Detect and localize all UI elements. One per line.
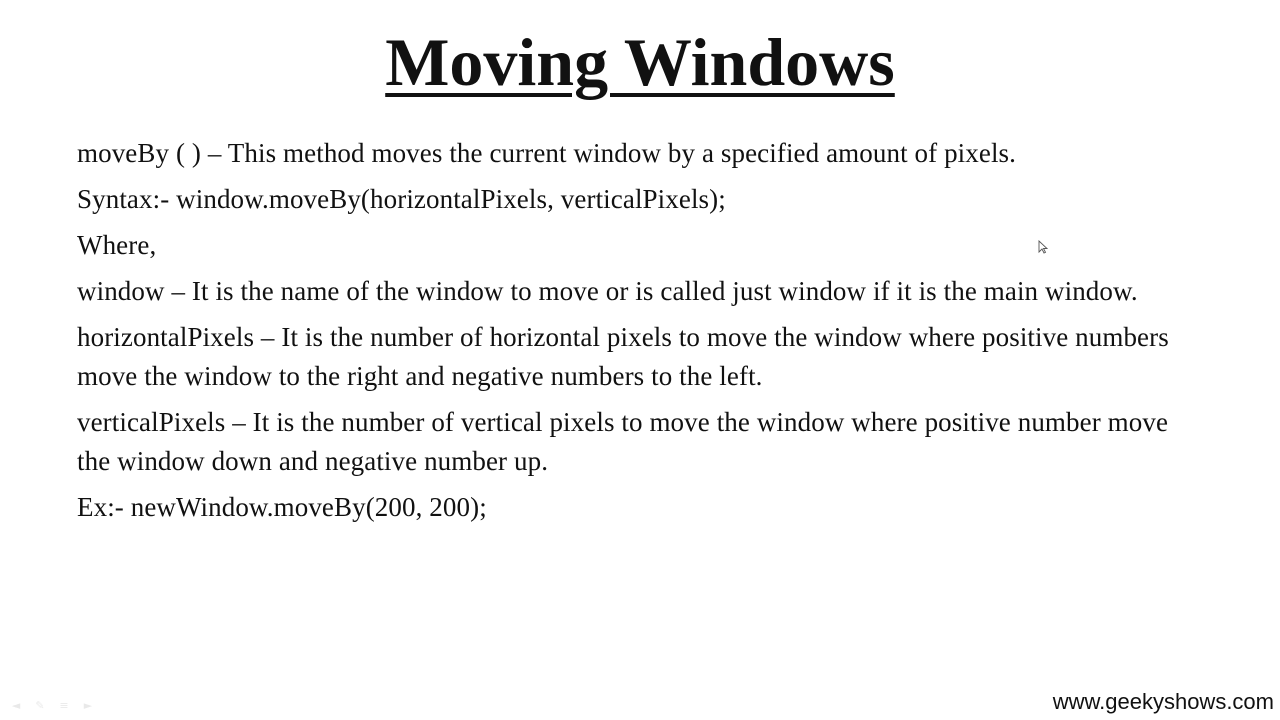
paragraph-moveby-definition: moveBy ( ) – This method moves the curre…: [77, 138, 1017, 168]
menu-icon[interactable]: ≡: [56, 700, 72, 712]
presentation-slide: Moving Windows moveBy ( ) – This method …: [0, 0, 1280, 720]
paragraph-syntax: Syntax:- window.moveBy(horizontalPixels,…: [77, 184, 726, 214]
slide-title-text: Moving Windows: [385, 24, 895, 100]
paragraph-vertical-param: verticalPixels – It is the number of ver…: [77, 407, 1169, 476]
paragraph-where: Where,: [77, 230, 157, 260]
slide-body: moveBy ( ) – This method moves the curre…: [77, 134, 1197, 534]
slide-title: Moving Windows: [0, 20, 1280, 104]
footer-website-url: www.geekyshows.com: [1052, 689, 1274, 714]
paragraph-horizontal-param: horizontalPixels – It is the number of h…: [77, 322, 1169, 391]
previous-slide-icon[interactable]: ◄: [8, 700, 24, 712]
pen-icon[interactable]: ✎: [32, 700, 48, 712]
paragraph-window-param: window – It is the name of the window to…: [77, 276, 1138, 306]
next-slide-icon[interactable]: ►: [80, 700, 96, 712]
paragraph-example: Ex:- newWindow.moveBy(200, 200);: [77, 492, 487, 522]
mouse-pointer-icon: [1038, 240, 1048, 254]
slide-navigation-controls: ◄ ✎ ≡ ►: [8, 700, 96, 712]
